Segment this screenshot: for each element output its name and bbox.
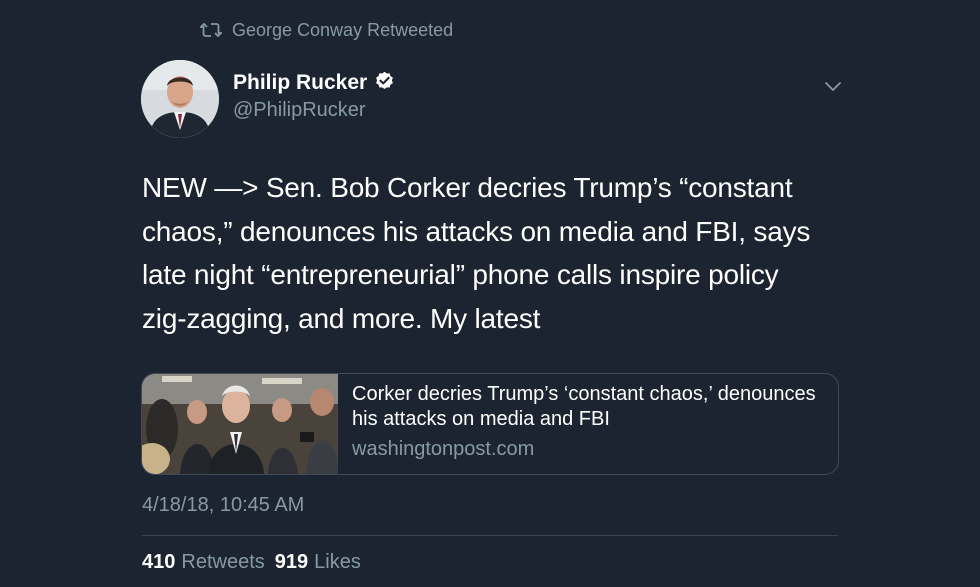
divider [142,535,838,536]
retweet-label: George Conway Retweeted [232,19,454,40]
likes-label: Likes [314,551,361,573]
retweets-stat[interactable]: 410 Retweets [142,551,265,574]
likes-count: 919 [274,551,309,573]
verified-badge-icon [375,71,394,95]
engagement-stats: 410 Retweets 919 Likes [142,551,361,574]
link-card-body[interactable]: Corker decries Trump’s ‘constant chaos,’… [338,374,822,474]
author-name-row[interactable]: Philip Rucker [233,71,394,95]
tweet-text: NEW —> Sen. Bob Corker decries Trump’s “… [142,172,811,334]
tweet-timestamp[interactable]: 4/18/18, 10:45 AM [142,494,304,517]
likes-stat[interactable]: 919 Likes [275,551,361,574]
chevron-down-icon[interactable] [822,78,844,94]
retweet-context[interactable]: George Conway Retweeted [200,18,453,42]
link-card-domain: washingtonpost.com [352,438,535,460]
link-card-title[interactable]: Corker decries Trump’s ‘constant chaos,’… [352,382,822,432]
link-card-thumbnail [142,374,338,474]
author-handle[interactable]: @PhilipRucker [233,99,366,122]
retweets-count: 410 [142,551,176,573]
retweet-icon [200,22,222,38]
avatar[interactable] [141,60,219,138]
tweet-detail: George Conway Retweeted Philip Rucker @P… [0,0,980,587]
author-display-name[interactable]: Philip Rucker [233,71,367,95]
link-card[interactable]: Corker decries Trump’s ‘constant chaos,’… [141,373,839,475]
retweets-label: Retweets [181,551,265,573]
